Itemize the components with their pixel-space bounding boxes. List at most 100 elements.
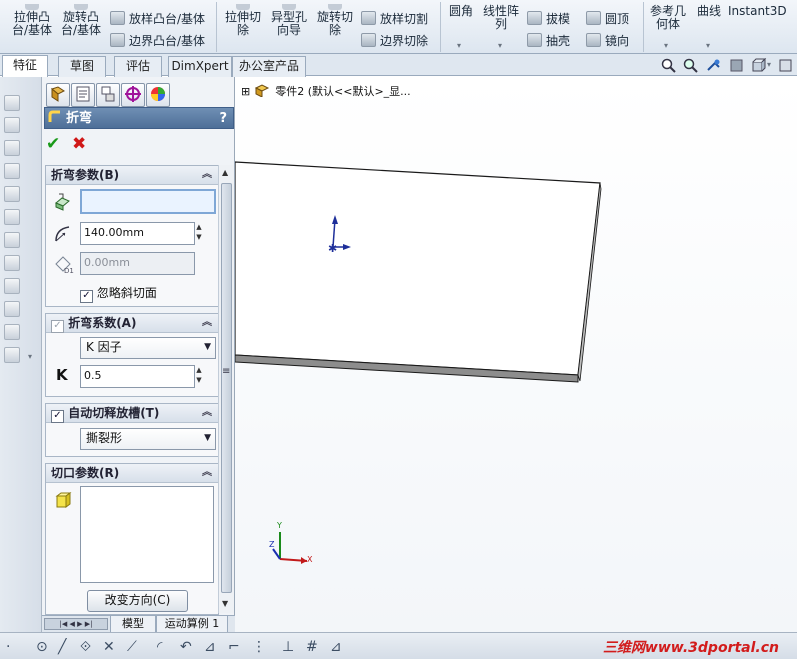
fixed-face-selection-box[interactable] <box>80 189 216 214</box>
reference-geometry-button[interactable]: 参考几 何体 <box>646 4 690 31</box>
k-factor-input[interactable]: 0.5 <box>80 365 195 388</box>
section-view-icon[interactable] <box>729 58 745 73</box>
construction-icon[interactable]: ⋮ <box>252 639 266 655</box>
draft-button[interactable]: 拔模 <box>527 11 570 26</box>
property-manager-scrollbar[interactable]: ▲ ▼ <box>218 165 234 613</box>
scroll-down-arrow[interactable]: ▼ <box>222 599 228 608</box>
miter-flange-icon[interactable] <box>4 186 20 202</box>
extrude-cut-button[interactable]: 拉伸切 除 <box>220 4 266 37</box>
change-direction-button[interactable]: 改变方向(C) <box>87 590 188 612</box>
bend-radius-input[interactable]: 140.00mm <box>80 222 195 245</box>
ignore-bevel-faces-checkbox[interactable]: ✓ <box>80 290 93 303</box>
tab-dimxpert[interactable]: DimXpert <box>168 56 232 77</box>
boundary-cut-button[interactable]: 边界切除 <box>361 33 428 48</box>
tab-evaluate[interactable]: 评估 <box>114 56 162 77</box>
tab-features[interactable]: 特征 <box>2 55 48 78</box>
hem-icon[interactable] <box>4 209 20 225</box>
insert-bends-icon[interactable] <box>4 347 20 363</box>
tab-office-products[interactable]: 办公室产品 <box>232 56 306 77</box>
zoom-to-fit-icon[interactable] <box>661 58 677 73</box>
collapse-chevron-icon[interactable]: ︽ <box>202 464 212 482</box>
bend-allowance-checkbox[interactable]: ✓ <box>51 320 64 333</box>
linear-pattern-button[interactable]: 线性阵 列 <box>480 4 522 31</box>
view-orientation-icon[interactable] <box>751 57 767 73</box>
feature-manager-tab-icon[interactable] <box>46 83 70 107</box>
unfold-icon[interactable] <box>4 278 20 294</box>
strip-more-caret[interactable]: ▾ <box>28 352 32 361</box>
cut-sketch-selection-list[interactable] <box>80 486 214 583</box>
bend-parameters-header[interactable]: 折弯参数(B) ︽ <box>46 166 218 185</box>
bend-allowance-header[interactable]: ✓ 折弯系数(A) ︽ <box>46 314 218 333</box>
relation-icon[interactable]: ⊿ <box>330 639 342 655</box>
edge-flange-icon[interactable] <box>4 163 20 179</box>
polygon-icon[interactable]: ⟐ <box>80 639 91 655</box>
configuration-manager-tab-icon[interactable] <box>96 83 120 107</box>
fillet-dropdown-caret[interactable]: ▾ <box>457 41 461 50</box>
tab-motion-study[interactable]: 运动算例 1 <box>156 616 228 633</box>
ok-button[interactable]: ✔ <box>46 134 60 154</box>
display-manager-tab-icon[interactable] <box>146 83 170 107</box>
graphics-area[interactable]: ✱ Y X Z <box>235 77 797 632</box>
collapse-chevron-icon[interactable]: ︽ <box>202 314 212 332</box>
sketch-3d-icon[interactable] <box>4 95 20 111</box>
relief-type-select[interactable]: 撕裂形 ▼ <box>80 428 216 450</box>
fillet-button[interactable]: 圆角 <box>444 4 478 18</box>
cancel-button[interactable]: ✖ <box>72 134 86 154</box>
cut-parameters-header[interactable]: 切口参数(R) ︽ <box>46 464 218 483</box>
tab-scroll-arrows[interactable]: |◀ ◀ ▶ ▶| <box>44 618 108 630</box>
circle-icon[interactable]: ⊙ <box>36 639 48 655</box>
extrude-boss-button[interactable]: 拉伸凸 台/基体 <box>6 4 58 37</box>
loft-boss-button[interactable]: 放样凸台/基体 <box>110 11 205 26</box>
auto-relief-checkbox[interactable]: ✓ <box>51 410 64 423</box>
curves-caret[interactable]: ▾ <box>706 41 710 50</box>
scroll-thumb[interactable] <box>221 183 232 593</box>
pattern-dropdown-caret[interactable]: ▾ <box>498 41 502 50</box>
smart-dimension-icon[interactable] <box>4 117 20 133</box>
grid-icon[interactable]: # <box>306 639 318 655</box>
zoom-to-area-icon[interactable] <box>683 58 699 73</box>
tangent-arc-icon[interactable]: ↶ <box>180 639 192 655</box>
previous-view-icon[interactable] <box>706 58 722 73</box>
instant3d-button[interactable]: Instant3D <box>728 4 787 18</box>
feature-tree-flyout[interactable]: ⊞ 零件2 (默认<<默认>_显... <box>241 83 411 100</box>
centerline-icon[interactable]: ⟋ <box>127 639 137 655</box>
flatten-icon[interactable] <box>4 324 20 340</box>
shell-button[interactable]: 抽壳 <box>527 33 570 48</box>
help-button[interactable]: ? <box>219 108 227 130</box>
scroll-up-arrow[interactable]: ▲ <box>222 168 228 177</box>
line-icon[interactable]: ╱ <box>58 639 66 655</box>
collapse-chevron-icon[interactable]: ︽ <box>202 404 212 422</box>
collapse-chevron-icon[interactable]: ︽ <box>202 166 212 184</box>
arc-icon[interactable]: ◜ <box>157 639 162 655</box>
view-orientation-caret[interactable]: ▾ <box>767 60 771 69</box>
hole-wizard-button[interactable]: 异型孔 向导 <box>266 4 312 37</box>
bend-radius-spinner[interactable]: ▲ ▼ <box>193 222 205 243</box>
tab-model[interactable]: 模型 <box>110 616 156 633</box>
trim-icon[interactable]: ✕ <box>103 639 115 655</box>
revolve-cut-button[interactable]: 旋转切 除 <box>312 4 358 37</box>
fold-icon[interactable] <box>4 301 20 317</box>
base-flange-icon[interactable] <box>4 140 20 156</box>
dimension-icon[interactable]: ⊥ <box>282 639 294 655</box>
jog-icon[interactable] <box>4 232 20 248</box>
property-manager-tab-icon[interactable] <box>71 83 95 107</box>
revolve-boss-button[interactable]: 旋转凸 台/基体 <box>56 4 106 37</box>
offset-icon[interactable]: ⊿ <box>204 639 216 655</box>
dimxpert-manager-tab-icon[interactable] <box>121 83 145 107</box>
tab-sketch[interactable]: 草图 <box>58 56 106 77</box>
corner-rectangle-icon[interactable]: ⌐ <box>228 639 240 655</box>
dome-button[interactable]: 圆顶 <box>586 11 629 26</box>
sketched-bend-icon[interactable] <box>4 255 20 271</box>
reference-geometry-caret[interactable]: ▾ <box>664 41 668 50</box>
boundary-boss-button[interactable]: 边界凸台/基体 <box>110 33 205 48</box>
k-factor-spinner[interactable]: ▲ ▼ <box>193 365 205 386</box>
loft-cut-button[interactable]: 放样切割 <box>361 11 428 26</box>
auto-relief-header[interactable]: ✓ 自动切释放槽(T) ︽ <box>46 404 218 423</box>
tree-expand-icon[interactable]: ⊞ <box>241 85 250 98</box>
curves-button[interactable]: 曲线 <box>692 4 726 18</box>
panel-resize-grip[interactable]: ≡ <box>222 366 230 377</box>
display-style-icon[interactable] <box>778 58 794 73</box>
ignore-bevel-faces-option[interactable]: ✓ 忽略斜切面 <box>80 284 157 303</box>
mirror-button[interactable]: 镜向 <box>586 33 629 48</box>
bend-allowance-type-select[interactable]: K 因子 ▼ <box>80 337 216 359</box>
